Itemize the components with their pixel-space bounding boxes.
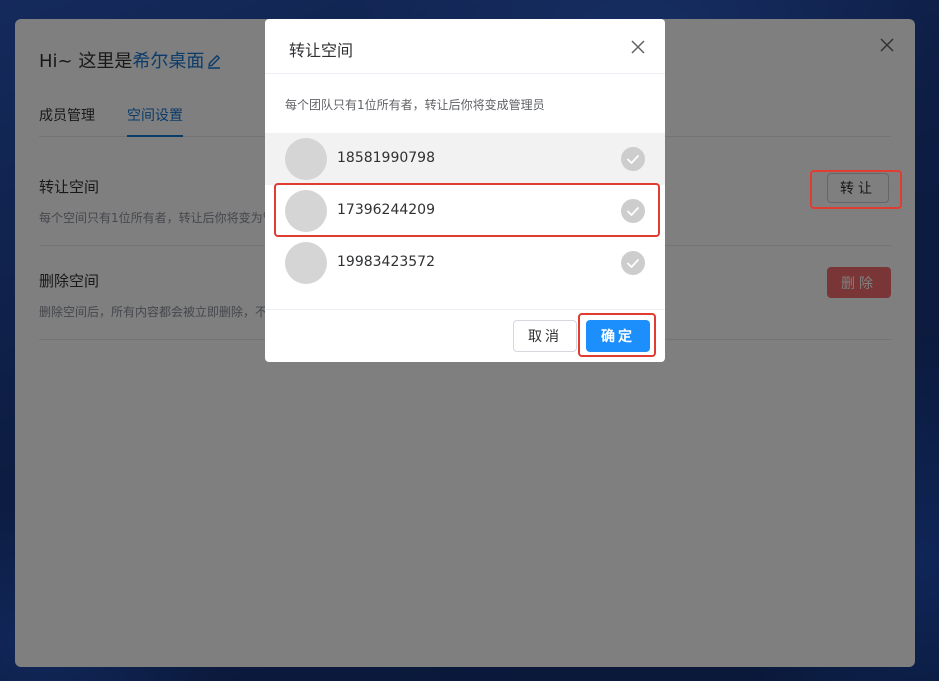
cancel-button[interactable]: 取消 [513, 320, 577, 352]
dialog-header: 转让空间 [265, 19, 665, 74]
dialog-description: 每个团队只有1位所有者，转让后你将变成管理员 [285, 98, 545, 112]
check-icon[interactable] [621, 199, 645, 223]
dialog-title: 转让空间 [289, 41, 354, 60]
check-icon[interactable] [621, 147, 645, 171]
transfer-space-dialog: 转让空间 每个团队只有1位所有者，转让后你将变成管理员 18581990798 … [265, 19, 665, 362]
member-phone: 17396244209 [337, 202, 435, 218]
member-row[interactable]: 19983423572 [265, 237, 665, 289]
member-row[interactable]: 18581990798 [265, 133, 665, 185]
avatar [285, 138, 327, 180]
member-phone: 19983423572 [337, 254, 435, 270]
confirm-button[interactable]: 确定 [586, 320, 650, 352]
avatar [285, 242, 327, 284]
member-phone: 18581990798 [337, 150, 435, 166]
avatar [285, 190, 327, 232]
member-list: 18581990798 17396244209 19983423572 [265, 133, 665, 289]
check-icon[interactable] [621, 251, 645, 275]
dialog-close-icon[interactable] [631, 39, 645, 54]
member-row[interactable]: 17396244209 [265, 185, 665, 237]
dialog-footer: 取消 确定 [265, 309, 665, 362]
